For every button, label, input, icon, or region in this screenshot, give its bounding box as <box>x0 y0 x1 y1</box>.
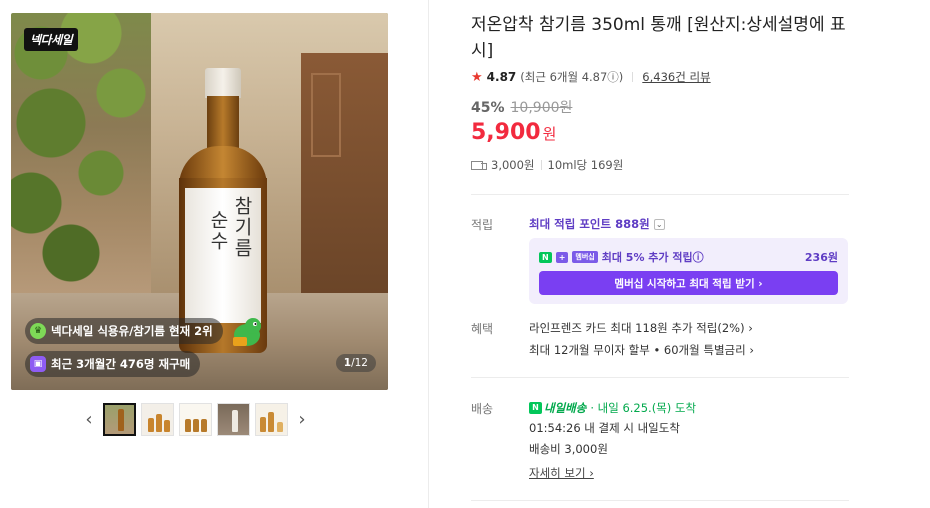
thumbnail[interactable] <box>217 402 250 436</box>
separator <box>540 160 542 170</box>
nextsale-badge: 넥다세일 <box>24 28 79 51</box>
benefit-installment[interactable]: 최대 12개월 무이자 할부 • 60개월 특별금리 › <box>529 342 754 358</box>
bottle-label: 참기름 순수 <box>185 188 261 323</box>
background-door <box>301 53 388 293</box>
original-price: 10,900원 <box>510 100 573 116</box>
tomorrow-delivery-badge: N 내일배송 <box>529 400 586 416</box>
bottle-cap <box>205 68 241 98</box>
bottle-label-line2: 순수 <box>207 210 229 252</box>
membership-row: N + 멤버십 최대 5% 추가 적립ⓘ <box>539 249 704 265</box>
thumbnail[interactable] <box>179 402 212 436</box>
product-title: 저온압착 참기름 350ml 통깨 [원산지:상세설명에 표시] <box>471 15 846 61</box>
tomorrow-delivery-text: 내일배송 <box>544 401 587 415</box>
delivery-cutoff: 01:54:26 내 결제 시 내일도착 <box>529 421 680 435</box>
naver-n-icon: N <box>539 251 552 263</box>
image-counter-current: 1 <box>343 357 352 369</box>
section-divider <box>471 377 849 378</box>
delivery-eta-row: N 내일배송 · 내일 6.25.(목) 도착 <box>529 400 696 416</box>
thumbnail-strip: ‹ › <box>80 401 320 437</box>
benefits-label: 혜택 <box>471 322 494 336</box>
trophy-icon: ♛ <box>30 323 46 339</box>
points-label: 적립 <box>471 218 494 232</box>
max-points-text: 최대 적립 포인트 <box>529 217 612 231</box>
membership-tag: 멤버십 <box>572 251 598 263</box>
image-counter: 1/12 <box>335 354 376 372</box>
shipping-fee: 3,000원 <box>491 158 535 172</box>
membership-amount: 236원 <box>804 251 838 264</box>
prev-arrow-icon[interactable]: ‹ <box>80 407 98 431</box>
discount-rate: 45% <box>471 100 505 116</box>
thumbnail[interactable] <box>141 402 174 436</box>
plus-icon: + <box>555 251 569 263</box>
membership-text: 최대 5% 추가 적립ⓘ <box>601 251 704 264</box>
sale-price: 5,900 <box>471 120 541 145</box>
section-divider <box>471 500 849 501</box>
unit-price: 10ml당 169원 <box>547 158 624 172</box>
delivery-eta: · 내일 6.25.(목) 도착 <box>590 401 697 415</box>
price-row: 5,900 원 <box>471 120 556 145</box>
repurchase-chip-text: 최근 3개월간 476명 재구매 <box>51 357 191 371</box>
bag-icon: ▣ <box>30 356 46 372</box>
rating-row: ★ 4.87 (최근 6개월 4.87ⓘ) 6,436건 리뷰 <box>471 69 711 85</box>
background-leaves <box>11 13 181 313</box>
delivery-fee: 배송비 3,000원 <box>529 442 608 456</box>
product-main-image[interactable]: 참기름 순수 넥다세일 ♛ 넥다세일 식용유/참기름 현재 2위 ▣ 최근 3개… <box>11 13 388 390</box>
bottle-neck <box>207 96 239 151</box>
membership-start-button[interactable]: 멤버십 시작하고 최대 적립 받기 › <box>539 271 838 295</box>
vertical-divider <box>428 0 429 508</box>
image-counter-total: /12 <box>351 357 368 369</box>
thumbnail[interactable] <box>255 402 288 436</box>
mascot-icon <box>233 318 261 346</box>
star-icon: ★ <box>471 69 483 85</box>
rating-score: 4.87 <box>486 70 517 84</box>
bottle-label-line1: 참기름 <box>231 196 253 259</box>
benefit-card-points[interactable]: 라인프렌즈 카드 최대 118원 추가 적립(2%) › <box>529 320 753 336</box>
review-count-link[interactable]: 6,436건 리뷰 <box>642 69 710 85</box>
repurchase-chip: ▣ 최근 3개월간 476명 재구매 <box>25 351 201 377</box>
truck-icon <box>471 160 487 171</box>
max-points-value: 888원 <box>615 217 650 231</box>
discount-row: 45% 10,900원 <box>471 97 572 117</box>
delivery-detail-link[interactable]: 자세히 보기 › <box>529 465 594 481</box>
naver-n-icon: N <box>529 402 542 414</box>
rating-recent[interactable]: (최근 6개월 4.87ⓘ) <box>520 69 623 85</box>
membership-box: N + 멤버십 최대 5% 추가 적립ⓘ 236원 멤버십 시작하고 최대 적립… <box>529 238 848 304</box>
separator <box>632 72 634 82</box>
delivery-label: 배송 <box>471 402 494 416</box>
max-points[interactable]: 최대 적립 포인트 888원 ⌄ <box>529 216 665 232</box>
section-divider <box>471 194 849 195</box>
shipping-row: 3,000원 10ml당 169원 <box>471 157 623 173</box>
rank-chip-text: 넥다세일 식용유/참기름 현재 2위 <box>51 324 213 338</box>
thumbnail[interactable] <box>103 402 136 436</box>
price-unit: 원 <box>542 125 557 143</box>
chevron-down-icon[interactable]: ⌄ <box>653 218 665 230</box>
next-arrow-icon[interactable]: › <box>293 407 311 431</box>
rank-chip: ♛ 넥다세일 식용유/참기름 현재 2위 <box>25 318 223 344</box>
